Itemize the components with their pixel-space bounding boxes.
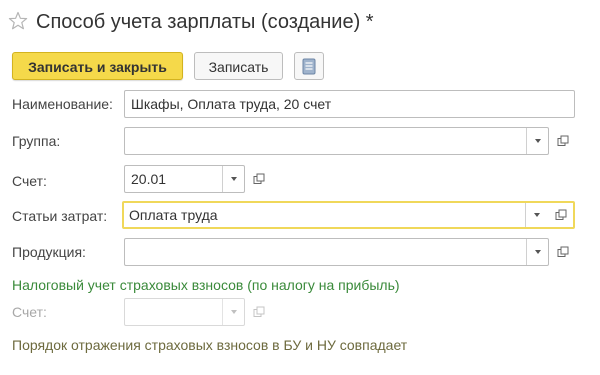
tax-note: Порядок отражения страховых взносов в БУ… xyxy=(12,337,408,353)
save-button[interactable]: Записать xyxy=(194,52,283,80)
document-list-icon xyxy=(302,58,316,74)
tax-account-label: Счет: xyxy=(12,304,47,320)
group-dropdown-button[interactable] xyxy=(526,128,548,154)
open-icon xyxy=(557,135,569,146)
account-field[interactable]: 20.01 xyxy=(124,165,245,193)
save-and-close-button[interactable]: Записать и закрыть xyxy=(12,52,183,80)
cost-item-field[interactable]: Оплата труда xyxy=(122,201,575,229)
chevron-down-icon xyxy=(533,213,540,217)
tax-account-open-button xyxy=(249,302,269,322)
account-label: Счет: xyxy=(12,173,47,189)
tax-account-field xyxy=(124,298,245,326)
page-title: Способ учета зарплаты (создание) * xyxy=(36,11,374,33)
account-dropdown-button[interactable] xyxy=(222,166,244,192)
favorite-star-icon[interactable] xyxy=(8,11,28,31)
group-open-button[interactable] xyxy=(553,131,573,151)
account-open-button[interactable] xyxy=(249,169,269,189)
name-value: Шкафы, Оплата труда, 20 счет xyxy=(131,96,332,112)
cost-item-open-button[interactable] xyxy=(551,205,571,225)
cost-item-value: Оплата труда xyxy=(129,207,218,223)
open-icon xyxy=(253,173,265,184)
open-icon xyxy=(557,246,569,257)
name-label: Наименование: xyxy=(12,96,113,112)
tax-section-title: Налоговый учет страховых взносов (по нал… xyxy=(12,277,400,293)
product-open-button[interactable] xyxy=(553,242,573,262)
open-icon xyxy=(555,209,567,220)
tax-account-dropdown-button xyxy=(222,299,244,325)
name-field[interactable]: Шкафы, Оплата труда, 20 счет xyxy=(124,90,575,118)
chevron-down-icon xyxy=(534,250,541,254)
open-icon xyxy=(253,306,265,317)
chevron-down-icon xyxy=(534,139,541,143)
cost-item-label: Статьи затрат: xyxy=(12,208,108,224)
product-dropdown-button[interactable] xyxy=(526,239,548,265)
chevron-down-icon xyxy=(230,177,237,181)
group-label: Группа: xyxy=(12,133,61,149)
documents-menu-button[interactable] xyxy=(294,52,324,80)
product-label: Продукция: xyxy=(12,244,86,260)
chevron-down-icon xyxy=(230,310,237,314)
group-field[interactable] xyxy=(124,127,549,155)
cost-item-dropdown-button[interactable] xyxy=(525,203,547,227)
product-field[interactable] xyxy=(124,238,549,266)
account-value: 20.01 xyxy=(131,171,167,187)
